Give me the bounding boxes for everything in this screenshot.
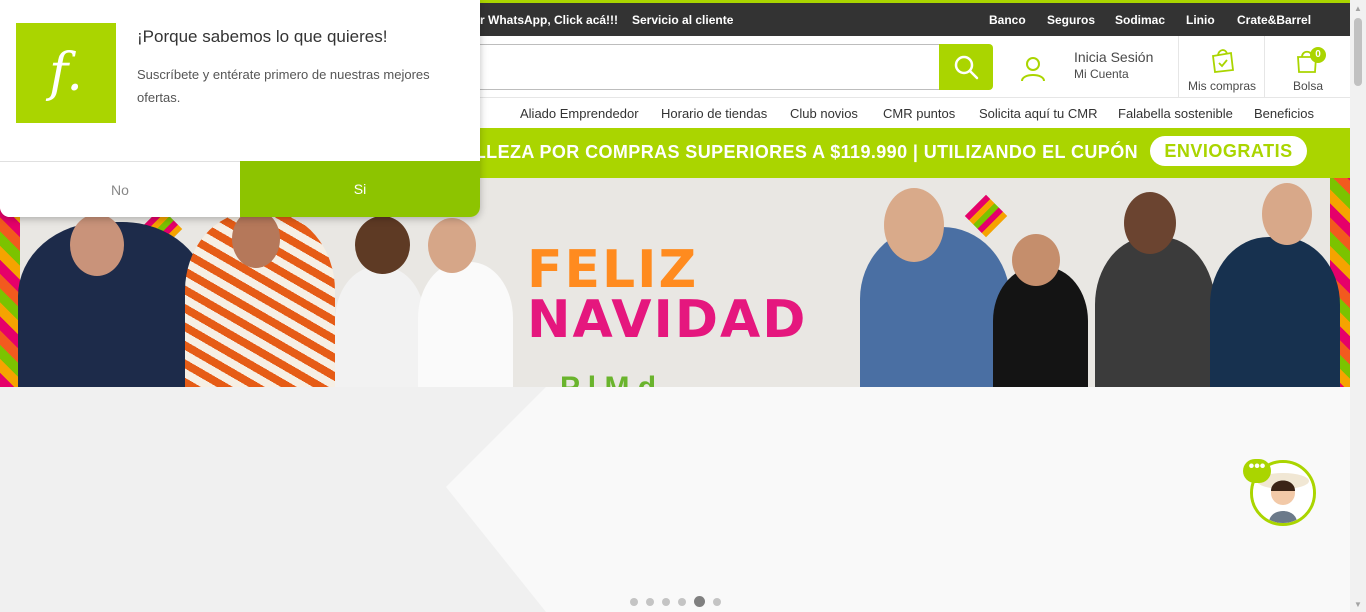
carousel-dot[interactable] <box>694 596 705 607</box>
my-orders-button[interactable]: Mis compras <box>1180 36 1264 98</box>
header-divider <box>1178 36 1179 98</box>
falabella-logo: f. <box>16 23 116 123</box>
customer-service-link[interactable]: Servicio al cliente <box>632 13 733 27</box>
section-chevron-shape <box>446 387 1350 612</box>
my-orders-label: Mis compras <box>1187 79 1256 93</box>
model-image <box>1124 192 1176 254</box>
chat-bubble[interactable]: ••• <box>1243 459 1271 483</box>
topbar-link-banco[interactable]: Banco <box>989 13 1026 27</box>
cart-button[interactable]: 0 Bolsa <box>1266 36 1350 98</box>
model-image <box>232 210 280 268</box>
carousel-dot[interactable] <box>713 597 721 606</box>
cart-count-badge: 0 <box>1310 47 1326 63</box>
hero-subtitle: P l M d <box>560 371 656 387</box>
nav-item-falabella-sostenible[interactable]: Falabella sostenible <box>1118 106 1233 121</box>
model-image <box>1095 237 1215 387</box>
page: r WhatsApp, Click acá!!! Servicio al cli… <box>0 0 1366 612</box>
carousel-dots <box>630 596 721 607</box>
promo-code-badge: ENVIOGRATIS <box>1150 136 1307 166</box>
user-icon[interactable] <box>1018 54 1048 84</box>
search-icon <box>954 55 979 80</box>
model-image <box>70 214 124 276</box>
nav-item-solicita-cmr[interactable]: Solicita aquí tu CMR <box>979 106 1098 121</box>
search-button[interactable] <box>939 44 993 90</box>
shopping-bag-icon <box>1211 49 1234 73</box>
cart-label: Bolsa <box>1292 79 1324 93</box>
scrollbar[interactable]: ▲ ▼ <box>1350 0 1366 612</box>
popup-title: ¡Porque sabemos lo que quieres! <box>137 27 388 46</box>
carousel-dot[interactable] <box>646 597 654 606</box>
nav-item-cmr-puntos[interactable]: CMR puntos <box>883 106 955 121</box>
whatsapp-link[interactable]: r WhatsApp, Click acá!!! <box>480 13 618 27</box>
carousel-dot[interactable] <box>678 597 686 606</box>
promo-text: R Y BELLEZA POR COMPRAS SUPERIORES A $11… <box>413 142 1138 162</box>
model-image <box>1262 183 1312 245</box>
model-image <box>428 218 476 273</box>
carousel-dot[interactable] <box>630 597 638 606</box>
content-section <box>0 387 1350 612</box>
nav-item-aliado-emprendedor[interactable]: Aliado Emprendedor <box>520 106 639 121</box>
model-image <box>418 262 513 387</box>
ornament-icon <box>964 194 1008 238</box>
model-image <box>1012 234 1060 286</box>
popup-no-button[interactable]: No <box>0 161 240 217</box>
logo-letter: f. <box>49 43 83 103</box>
topbar-link-crate-barrel[interactable]: Crate&Barrel <box>1237 13 1311 27</box>
my-account-link[interactable]: Mi Cuenta <box>1074 67 1129 81</box>
hero-title-line2: NAVIDAD <box>527 290 808 350</box>
nav-item-horario-tiendas[interactable]: Horario de tiendas <box>661 106 767 121</box>
popup-text: Suscríbete y entérate primero de nuestra… <box>137 67 430 105</box>
scroll-down-arrow-icon[interactable]: ▼ <box>1350 596 1366 612</box>
subscribe-popup: f. ¡Porque sabemos lo que quieres! Suscr… <box>0 0 480 217</box>
model-image <box>335 267 425 387</box>
topbar-link-linio[interactable]: Linio <box>1186 13 1215 27</box>
topbar-link-sodimac[interactable]: Sodimac <box>1115 13 1165 27</box>
scroll-up-arrow-icon[interactable]: ▲ <box>1350 0 1366 16</box>
topbar-link-seguros[interactable]: Seguros <box>1047 13 1095 27</box>
nav-item-club-novios[interactable]: Club novios <box>790 106 858 121</box>
model-image <box>355 216 410 274</box>
login-link[interactable]: Inicia Sesión <box>1074 49 1153 65</box>
popup-yes-button[interactable]: Si <box>240 161 480 217</box>
carousel-dot[interactable] <box>662 597 670 606</box>
header-divider <box>1264 36 1265 98</box>
model-image <box>1210 237 1340 387</box>
scrollbar-thumb[interactable] <box>1354 18 1362 86</box>
model-image <box>884 188 944 262</box>
nav-item-beneficios[interactable]: Beneficios <box>1254 106 1314 121</box>
